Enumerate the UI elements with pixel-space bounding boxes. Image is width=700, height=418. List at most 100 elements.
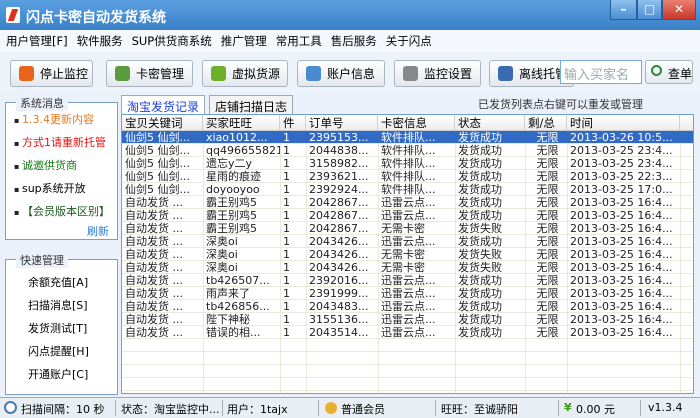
toolbar-button[interactable]: 账户信息 [297,60,385,87]
table-row[interactable]: 仙剑5 仙剑... 遗忘y二y 1 3158982... 软件排队... 发货成功 无限 20… [122,157,693,170]
table-cell: 自动发货 ... [125,287,183,300]
app-logo-icon [6,7,20,23]
delivery-table: 宝贝关键词 买家旺旺件订单号 卡密信息 状态 剩/总 时间 仙剑5 仙剑... xiao10… [121,114,694,394]
menu-item[interactable]: 常用工具 [276,30,322,52]
table-row[interactable]: 自动发货 ... 陛下神秘 1 3155136... 迅雷云点... 发货成功 无限 2013… [122,313,693,326]
minimize-button[interactable]: – [610,0,637,20]
table-cell: 2013-03-25 16:4... [570,326,673,339]
toolbar-button[interactable]: 停止监控 [10,60,93,87]
table-row[interactable]: 自动发货 ... 霸王别鸡5 1 2042867... 迅雷云点... 发货成功 无限 201… [122,196,693,209]
system-message-link[interactable]: 【会员版本区别】 [14,203,110,219]
table-row[interactable]: 仙剑5 仙剑... doyooyoo 1 2392924... 软件排队... 发货成功 无… [122,183,693,196]
table-cell: 迅雷云点... [381,274,436,287]
table-cell: 无限 [536,131,559,144]
column-header[interactable]: 剩/总 [525,115,567,131]
maximize-button[interactable]: □ [637,0,662,20]
table-row[interactable]: 自动发货 ... 霸王别鸡5 1 2042867... 无需卡密 发货失败 无限 2013-0… [122,222,693,235]
stop-monitor-icon [19,66,34,81]
table-row[interactable]: 自动发货 ... 深奥oi 1 2043426... 无需卡密 发货失败 无限 2013-03… [122,261,693,274]
column-header[interactable]: 买家旺旺 [203,115,280,131]
table-row[interactable]: 仙剑5 仙剑... qq496655821 1 2044838... 软件排队... 发货… [122,144,693,157]
table-cell: 2013-03-25 16:4... [570,300,673,313]
table-cell: 2043426... [309,235,369,248]
table-row[interactable]: 自动发货 ... 霸王别鸡5 1 2042867... 迅雷云点... 发货成功 无限 201… [122,209,693,222]
table-cell: 无限 [536,170,559,183]
table-cell: 仙剑5 仙剑... [125,170,190,183]
table-cell: 发货成功 [458,170,502,183]
menu-item[interactable]: 推广管理 [221,30,267,52]
toolbar-button[interactable]: 虚拟货源 [202,60,288,87]
table-row[interactable]: 仙剑5 仙剑... 星雨的痕迹 1 2393621... 软件排队... 发货成功 无限 20… [122,170,693,183]
table-header: 宝贝关键词 买家旺旺件订单号 卡密信息 状态 剩/总 时间 [122,115,693,131]
table-cell: 发货成功 [458,196,502,209]
system-message-link[interactable]: 方式1请重新托管 [14,134,106,150]
table-cell: 无限 [536,209,559,222]
table-cell: 1 [283,248,290,261]
column-header[interactable]: 状态 [455,115,525,131]
column-header[interactable]: 件 [280,115,306,131]
column-header[interactable]: 卡密信息 [378,115,455,131]
table-cell: 迅雷云点... [381,209,436,222]
menu-item[interactable]: 软件服务 [77,30,123,52]
table-cell: 1 [283,183,290,196]
system-message-link[interactable]: 1.3.4更新内容 [14,111,94,127]
quick-action-link[interactable]: 扫描消息[S] [28,297,88,313]
table-cell: 仙剑5 仙剑... [125,157,190,170]
gear-icon [403,66,418,81]
table-cell: 发货失败 [458,248,502,261]
menu-item[interactable]: 售后服务 [331,30,377,52]
table-row[interactable]: 自动发货 ... tb426856... 1 2043483... 迅雷云点... 发货成… [122,300,693,313]
table-cell: 自动发货 ... [125,261,183,274]
quick-action-link[interactable]: 发货测试[T] [28,320,87,336]
quick-action-link[interactable]: 闪点提醒[H] [28,343,89,359]
table-cell: 2013-03-25 16:4... [570,222,673,235]
wangwang-account: 旺旺：至诚骄阳 [441,403,518,416]
table-cell: 发货成功 [458,313,502,326]
table-row[interactable]: 仙剑5 仙剑... xiao1012... 1 2395153... 软件排队... 发货… [122,131,693,144]
table-cell: 2013-03-25 23:4... [570,157,673,170]
menu-item[interactable]: SUP供货商系统 [132,30,212,52]
quick-action-link[interactable]: 余额充值[A] [28,274,88,290]
refresh-link[interactable]: 刷新 [87,223,109,239]
table-row[interactable]: 自动发货 ... tb426507... 1 2392016... 迅雷云点... 发货成… [122,274,693,287]
system-message-link[interactable]: sup系统开放 [14,180,86,196]
table-row[interactable]: 自动发货 ... 深奥oi 1 2043426... 迅雷云点... 发货成功 无限 2013… [122,235,693,248]
table-cell: 1 [283,144,290,157]
quick-action-link[interactable]: 开通账户[C] [28,366,88,382]
user-name: 用户：1tajx [227,403,288,416]
system-message-link[interactable]: 诚邀供货商 [14,157,77,173]
table-cell: 1 [283,170,290,183]
table-cell: 2393621... [309,170,369,183]
table-cell: 自动发货 ... [125,235,183,248]
menu-item[interactable]: 用户管理[F] [6,30,68,52]
table-cell: 无限 [536,300,559,313]
table-cell: 1 [283,131,290,144]
table-cell: 2013-03-25 17:0... [570,183,673,196]
table-row[interactable]: 自动发货 ... 深奥oi 1 2043426... 无需卡密 发货失败 无限 2013-03… [122,248,693,261]
tab-shop-scan-log[interactable]: 店铺扫描日志 [209,95,294,114]
tab-taobao-delivery-log[interactable]: 淘宝发货记录 [121,95,206,115]
table-cell: 发货成功 [458,183,502,196]
table-cell: 2043426... [309,261,369,274]
column-header[interactable]: 时间 [567,115,680,131]
table-cell: 2013-03-25 23:4... [570,144,673,157]
search-order-button[interactable]: 查单 [645,60,693,84]
column-header[interactable]: 订单号 [306,115,378,131]
monitor-state: 状态：淘宝监控中... [121,403,220,416]
close-button[interactable]: ✕ [662,0,696,20]
toolbar-button[interactable]: 监控设置 [394,60,481,87]
table-cell: 1 [283,222,290,235]
table-cell: 深奥oi [206,261,238,274]
table-row[interactable]: 自动发货 ... 雨声来了 1 2391999... 迅雷云点... 发货成功 无限 2013… [122,287,693,300]
buyer-search-input[interactable]: 输入买家名 [560,60,642,84]
toolbar-button[interactable]: 卡密管理 [106,60,193,87]
table-cell: 2043483... [309,300,369,313]
table-cell: 迅雷云点... [381,313,436,326]
menu-item[interactable]: 关于闪点 [386,30,432,52]
title-bar: 闪点卡密自动发货系统 – □ ✕ [0,0,700,30]
table-cell: 无限 [536,274,559,287]
scan-interval: 扫描间隔：10 秒 [21,403,105,416]
table-cell: 1 [283,326,290,339]
table-row[interactable]: 自动发货 ... 错误的相... 1 2043514... 迅雷云点... 发货成功 无限 2… [122,326,693,339]
column-header[interactable]: 宝贝关键词 [122,115,203,131]
